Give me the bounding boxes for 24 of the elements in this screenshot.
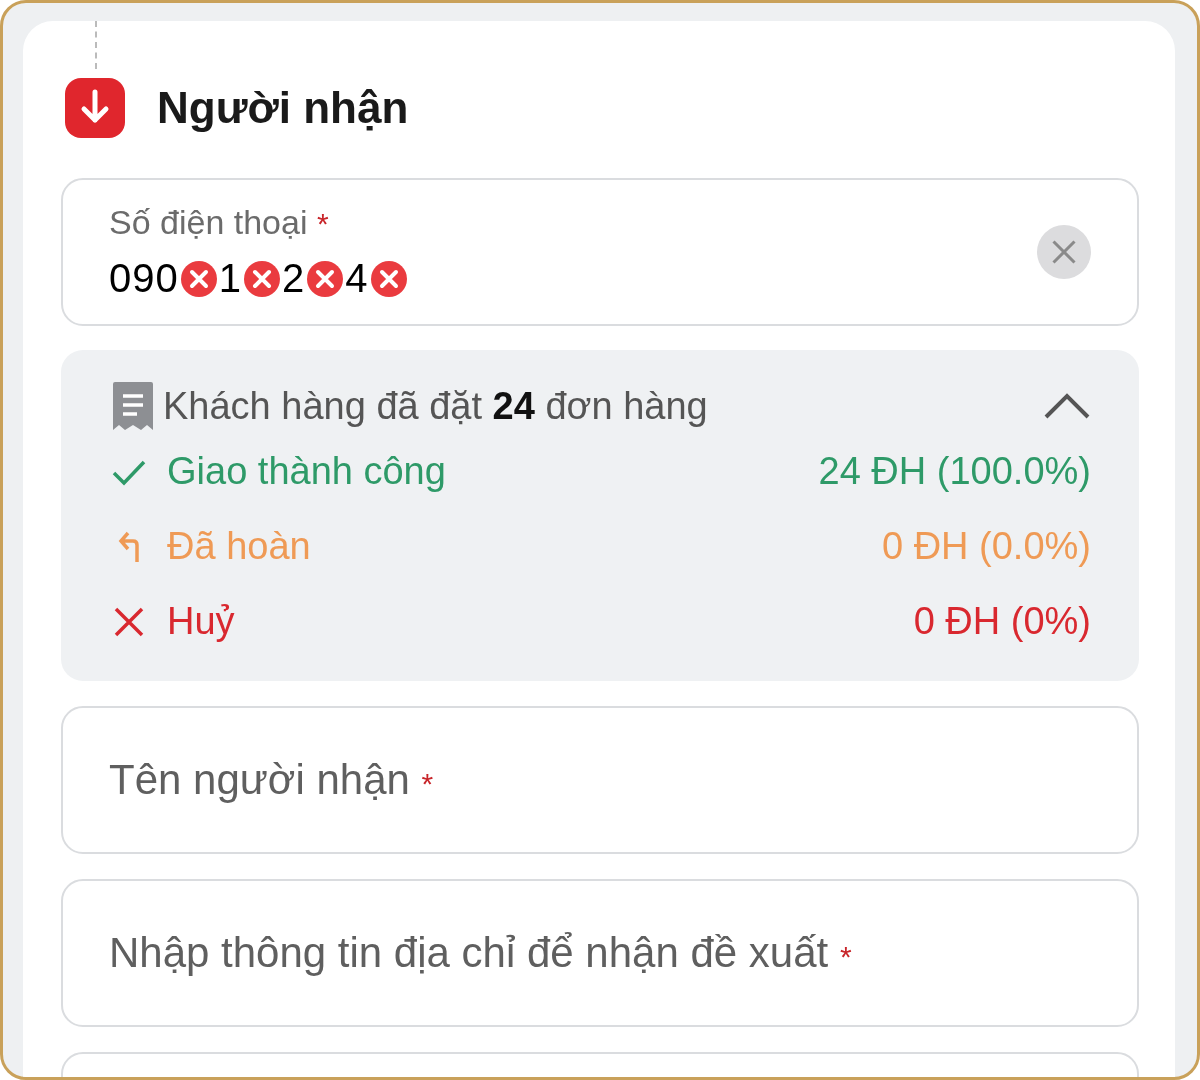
status-count: 0 ĐH (0.0%) xyxy=(881,525,1091,568)
section-title: Người nhận xyxy=(157,83,409,133)
status-count: 0 ĐH (0%) xyxy=(913,600,1091,643)
field-placeholder: Nhập thông tin địa chỉ để nhận đề xuất * xyxy=(109,929,852,977)
close-icon xyxy=(1052,240,1076,264)
order-count-text: Khách hàng đã đặt 24 đơn hàng xyxy=(163,384,709,428)
status-count: 24 ĐH (100.0%) xyxy=(818,450,1091,493)
input-field[interactable]: Tên người nhận * xyxy=(61,706,1139,854)
status-label: Huỷ xyxy=(167,600,236,643)
phone-digits: 4 xyxy=(345,256,369,301)
clear-button[interactable] xyxy=(1037,225,1091,279)
field-label: Số điện thoại * xyxy=(109,203,330,242)
collapse-button[interactable] xyxy=(1043,392,1091,420)
download-icon xyxy=(65,78,125,138)
phone-field[interactable]: Số điện thoại * 090 1 2 4 xyxy=(61,178,1139,326)
return-arrow-icon xyxy=(118,529,140,564)
phone-digits: 090 xyxy=(109,256,179,301)
input-field[interactable]: Nhập thông tin địa chỉ để nhận đề xuất * xyxy=(61,879,1139,1027)
phone-digits: 2 xyxy=(282,256,306,301)
receipt-icon xyxy=(111,380,155,432)
phone-digits: 1 xyxy=(218,256,242,301)
status-label: Giao thành công xyxy=(167,450,447,493)
status-label: Đã hoàn xyxy=(167,525,312,568)
field-placeholder: Tên người nhận * xyxy=(109,756,434,804)
